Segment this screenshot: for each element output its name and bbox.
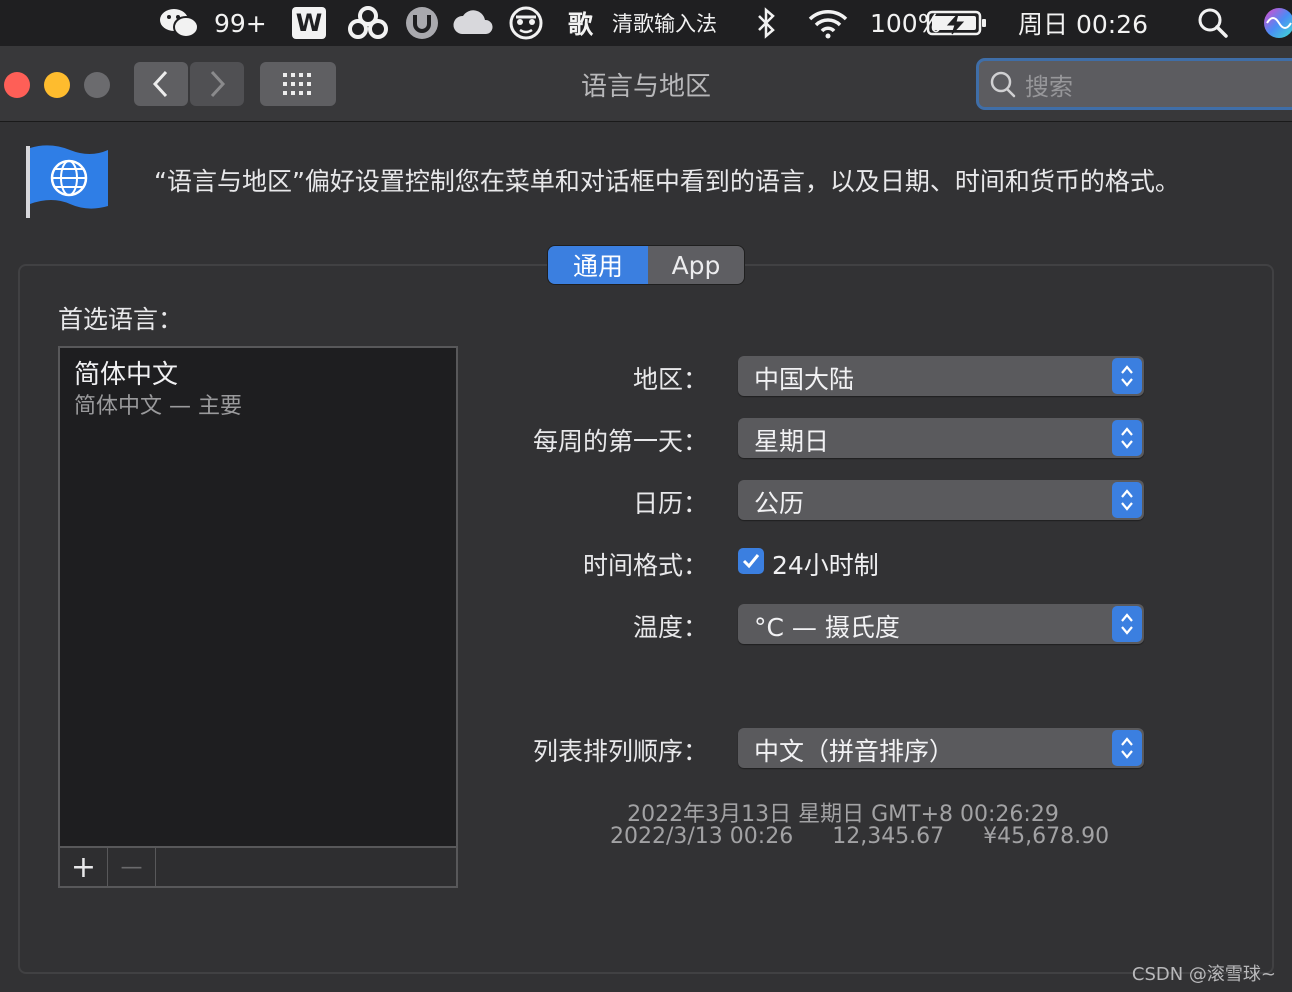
header-description: “语言与地区”偏好设置控制您在菜单和对话框中看到的语言，以及日期、时间和货币的格… [154,167,1180,196]
temperature-label: 温度： [632,613,708,642]
shield-u-icon[interactable] [404,0,440,46]
sample-number: 12,345.67 [832,824,945,849]
tab-bar: 通用 App [548,246,744,284]
cloud-icon[interactable] [452,0,496,46]
preferred-languages-list[interactable]: 简体中文 简体中文 — 主要 + — [58,346,458,888]
minimize-window-button[interactable] [44,72,70,98]
calendar-select[interactable]: 公历 [738,480,1144,520]
close-window-button[interactable] [4,72,30,98]
spotlight-search-icon[interactable] [1196,0,1230,46]
search-field[interactable]: 搜索 [976,58,1292,110]
calendar-value: 公历 [754,489,805,518]
add-language-button[interactable]: + [60,848,108,886]
calendar-label: 日历： [632,489,708,518]
forward-button[interactable] [190,62,244,106]
tab-app[interactable]: App [648,246,744,284]
region-value: 中国大陆 [754,365,855,394]
search-icon [990,71,1016,98]
wechat-icon[interactable] [158,0,202,46]
wifi-icon[interactable] [806,0,850,46]
temperature-select[interactable]: °C — 摄氏度 [738,604,1144,644]
sample-currency: ¥45,678.90 [983,824,1110,849]
menu-clock[interactable]: 周日 00:26 [1018,0,1148,46]
checkmark-icon [742,554,760,569]
list-footer: + — [60,846,456,886]
siri-icon[interactable] [1262,0,1292,46]
updown-chevron-icon [1112,606,1142,642]
input-method-name[interactable]: 清歌输入法 [612,0,717,46]
region-label: 地区： [632,365,708,394]
language-item-subtitle: 简体中文 — 主要 [74,394,242,419]
temperature-value: °C — 摄氏度 [754,613,900,642]
sort-order-value: 中文（拼音排序） [754,737,955,766]
wps-logo: W [292,7,326,39]
remove-language-button[interactable]: — [108,848,156,886]
input-method-icon[interactable]: 歌 [568,0,593,46]
bluetooth-icon[interactable] [754,0,778,46]
first-day-label: 每周的第一天： [532,427,708,456]
search-placeholder: 搜索 [1025,72,1073,101]
zoom-window-button[interactable] [84,72,110,98]
first-day-value: 星期日 [754,427,830,456]
chevron-left-icon [152,70,168,98]
battery-charging-icon[interactable] [926,0,988,46]
watermark: CSDN @滚雪球~ [1131,964,1276,985]
grid-icon [283,73,311,95]
tab-general[interactable]: 通用 [548,246,648,284]
show-all-button[interactable] [260,62,336,106]
baidu-netdisk-icon[interactable] [346,0,390,46]
chevron-right-icon [210,70,226,98]
updown-chevron-icon [1112,730,1142,766]
language-region-flag-icon [24,142,110,220]
updown-chevron-icon [1112,482,1142,518]
sample-formats: 2022/3/13 00:26 12,345.67 ¥45,678.90 [610,824,1109,849]
wechat-badge: 99+ [214,8,267,38]
back-button[interactable] [134,62,188,106]
first-day-select[interactable]: 星期日 [738,418,1144,458]
preferred-languages-label: 首选语言： [58,305,184,334]
24-hour-checkbox[interactable] [738,548,764,574]
updown-chevron-icon [1112,358,1142,394]
24-hour-label[interactable]: 24小时制 [772,546,879,582]
wps-icon[interactable]: W [292,0,326,46]
time-format-label: 时间格式： [582,551,708,580]
menu-bar: 99+ W 歌 清歌输入法 100% 周日 00:26 [0,0,1292,46]
mask-face-icon[interactable] [508,0,544,46]
language-item-name[interactable]: 简体中文 [74,354,178,391]
sort-order-label: 列表排列顺序： [532,737,708,766]
updown-chevron-icon [1112,420,1142,456]
window-title: 语言与地区 [580,72,711,102]
sort-order-select[interactable]: 中文（拼音排序） [738,728,1144,768]
sample-short-date: 2022/3/13 00:26 [610,824,794,849]
region-select[interactable]: 中国大陆 [738,356,1144,396]
